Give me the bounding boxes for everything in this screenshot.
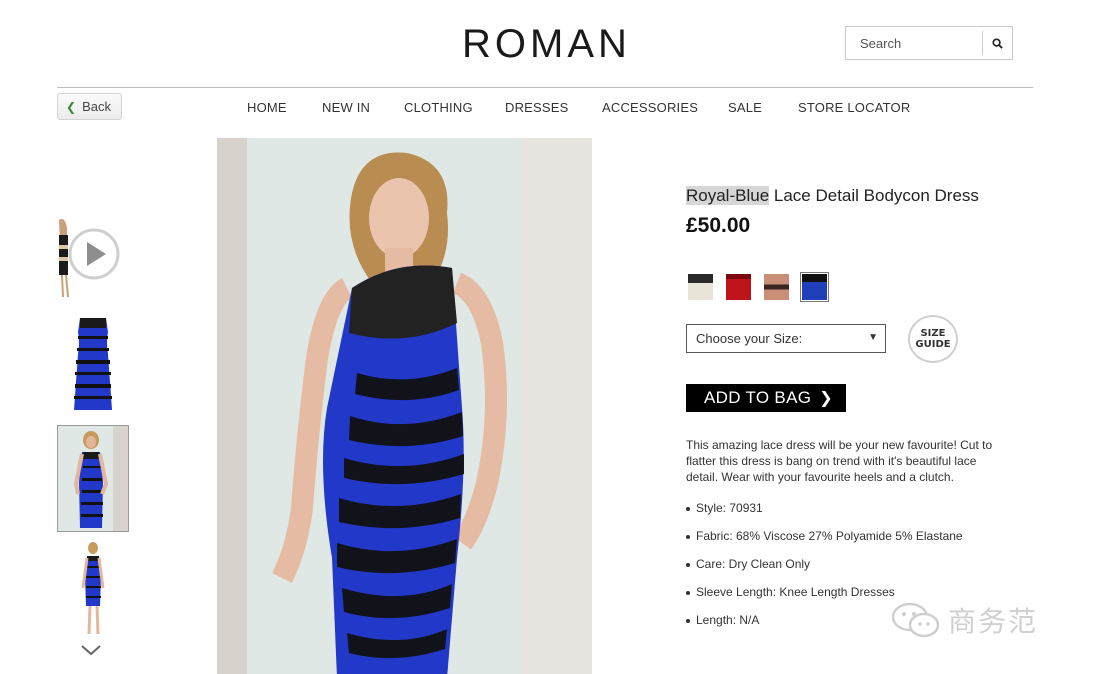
main-product-image[interactable] [217, 138, 592, 674]
header-divider [57, 87, 1033, 88]
nav-item-clothing[interactable]: CLOTHING [404, 100, 473, 115]
swatch-black-white[interactable] [686, 272, 715, 302]
product-price: £50.00 [686, 214, 751, 237]
size-guide-button[interactable]: SIZE GUIDE [908, 315, 958, 363]
search-input[interactable] [846, 27, 982, 59]
add-to-bag-label: ADD TO BAG [704, 388, 812, 407]
nav-item-store-locator[interactable]: STORE LOCATOR [798, 100, 910, 115]
size-select-value: Choose your Size: [696, 331, 803, 346]
swatch-red[interactable] [724, 272, 753, 302]
size-select[interactable]: Choose your Size: ▼ [686, 324, 886, 353]
nav-item-sale[interactable]: SALE [728, 100, 762, 115]
main-nav: HOME NEW IN CLOTHING DRESSES ACCESSORIES… [0, 100, 1093, 116]
thumbnail-video[interactable] [57, 205, 129, 305]
product-description: This amazing lace dress will be your new… [686, 438, 993, 484]
thumbnail-dress-flat[interactable] [57, 314, 129, 418]
spec-fabric: Fabric: 68% Viscose 27% Polyamide 5% Ela… [686, 529, 963, 557]
spec-style: Style: 70931 [686, 501, 963, 529]
size-guide-line1: SIZE [920, 328, 946, 339]
search-icon [992, 37, 1003, 49]
chevron-down-icon[interactable] [80, 644, 102, 656]
wechat-icon [891, 602, 940, 638]
thumbnail-model-front[interactable] [57, 425, 129, 532]
nav-item-home[interactable]: HOME [247, 100, 287, 115]
dropdown-arrow-icon: ▼ [868, 332, 878, 343]
swatch-royal-blue[interactable] [800, 272, 829, 302]
search-button[interactable] [983, 27, 1012, 59]
colour-swatches [686, 272, 829, 302]
spec-care: Care: Dry Clean Only [686, 557, 963, 585]
play-icon[interactable] [67, 227, 121, 281]
search-box [845, 26, 1013, 60]
thumbnail-model-full[interactable] [57, 540, 129, 640]
nav-item-new-in[interactable]: NEW IN [322, 100, 370, 115]
watermark: 商务范 [890, 600, 1038, 640]
size-guide-line2: GUIDE [915, 339, 951, 350]
add-to-bag-button[interactable]: ADD TO BAG ❯ [686, 384, 846, 412]
product-title-rest: Lace Detail Bodycon Dress [769, 186, 979, 205]
chevron-right-icon: ❯ [819, 390, 833, 407]
watermark-text: 商务范 [948, 605, 1039, 638]
swatch-nude-black[interactable] [762, 272, 791, 302]
product-title-highlight: Royal-Blue [686, 186, 770, 205]
nav-item-dresses[interactable]: DRESSES [505, 100, 569, 115]
product-title: Royal-Blue Lace Detail Bodycon Dress [686, 186, 979, 206]
nav-item-accessories[interactable]: ACCESSORIES [602, 100, 698, 115]
